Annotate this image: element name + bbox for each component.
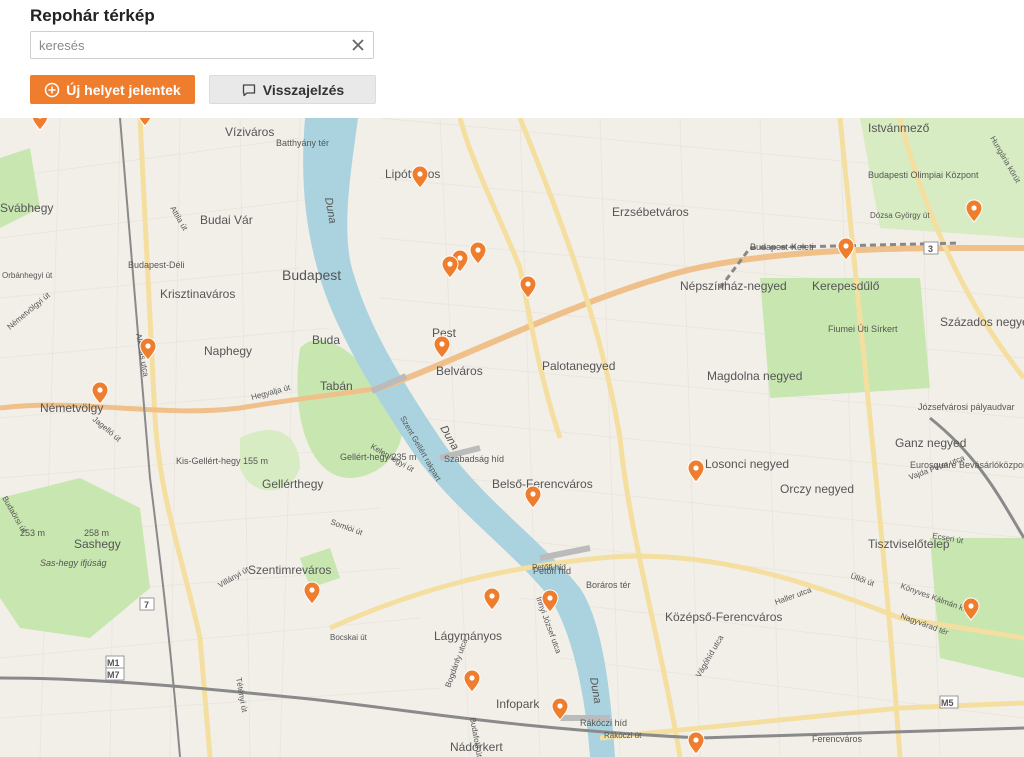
poi-label: Budapesti Olimpiai Központ — [868, 170, 979, 180]
poi-label: 258 m — [84, 528, 109, 538]
district-label: Ganz negyed — [895, 436, 966, 450]
street-label: Bocskai út — [330, 633, 368, 642]
search-box[interactable] — [30, 31, 374, 59]
search-input[interactable] — [31, 32, 339, 58]
app-header: Repohár térkép Új helyet jelentek Vissza… — [0, 0, 1024, 118]
district-label: Budai Vár — [200, 213, 253, 227]
poi-label: Sas-hegy ifjúság — [40, 558, 107, 568]
district-label: Palotanegyed — [542, 359, 615, 373]
district-label: Kerepesdűlő — [812, 279, 880, 293]
map-view[interactable]: Duna Duna Duna Víziváros Lipótváros Erzs… — [0, 118, 1024, 757]
route-badge: M5 — [939, 695, 959, 709]
district-label: Sashegy — [74, 537, 121, 551]
page-title: Repohár térkép — [30, 6, 155, 25]
district-label: Belső-Ferencváros — [492, 477, 593, 491]
poi-label: Kis-Gellért-hegy 155 m — [176, 456, 268, 466]
route-badge: 3 — [923, 241, 939, 255]
district-label: Szentimreváros — [248, 563, 331, 577]
comment-icon — [241, 82, 257, 98]
district-label: Magdolna negyed — [707, 369, 802, 383]
district-label: Svábhegy — [0, 201, 53, 215]
district-label: Erzsébetváros — [612, 205, 689, 219]
district-label: Németvölgy — [40, 401, 103, 415]
district-label: Tabán — [320, 379, 353, 393]
district-label: Víziváros — [225, 125, 274, 139]
clear-search-icon[interactable] — [349, 36, 367, 54]
district-label: Naphegy — [204, 344, 252, 358]
poi-label: Ferencváros — [812, 734, 863, 744]
poi-label: Budapest-Déli — [128, 260, 185, 270]
svg-text:M1: M1 — [107, 658, 120, 668]
route-badge: 7 — [139, 597, 155, 611]
svg-text:M5: M5 — [941, 698, 954, 708]
route-badge: M1 — [105, 655, 125, 669]
poi-label: Boráros tér — [586, 580, 631, 590]
svg-text:7: 7 — [144, 600, 149, 610]
svg-text:3: 3 — [928, 244, 933, 254]
district-label: Népszínház-negyed — [680, 279, 787, 293]
poi-label: Rákóczi híd — [580, 718, 627, 728]
plus-circle-icon — [44, 82, 60, 98]
district-label: Belváros — [436, 364, 483, 378]
district-label: Budapest — [282, 267, 341, 283]
route-badge: M7 — [105, 667, 125, 681]
district-label: Istvánmező — [868, 121, 930, 135]
feedback-button[interactable]: Visszajelzés — [209, 75, 376, 104]
feedback-label: Visszajelzés — [262, 81, 345, 98]
poi-label: Józsefvárosi pályaudvar — [918, 402, 1015, 412]
street-label: Rákóczi út — [604, 731, 642, 740]
poi-label: Budapest-Keleti — [750, 242, 814, 252]
district-label: Buda — [312, 333, 340, 347]
street-label: Orbánhegyi út — [2, 271, 53, 280]
svg-text:M7: M7 — [107, 670, 120, 680]
district-label: Infopark — [496, 697, 540, 711]
map-canvas[interactable]: Duna Duna Duna Víziváros Lipótváros Erzs… — [0, 118, 1024, 757]
district-label: Középső-Ferencváros — [665, 610, 782, 624]
poi-label: Batthyány tér — [276, 138, 329, 148]
district-label: Százados negyed — [940, 315, 1024, 329]
street-label: Dózsa György út — [870, 211, 930, 220]
district-label: Losonci negyed — [705, 457, 789, 471]
street-label: Petőfi híd — [532, 563, 566, 572]
district-label: Orczy negyed — [780, 482, 854, 496]
poi-label: Fiumei Úti Sírkert — [828, 324, 898, 334]
report-new-place-label: Új helyet jelentek — [66, 81, 181, 98]
report-new-place-button[interactable]: Új helyet jelentek — [30, 75, 195, 104]
district-label: Krisztinaváros — [160, 287, 235, 301]
poi-label: Szabadság híd — [444, 454, 504, 464]
district-label: Gellérthegy — [262, 477, 323, 491]
